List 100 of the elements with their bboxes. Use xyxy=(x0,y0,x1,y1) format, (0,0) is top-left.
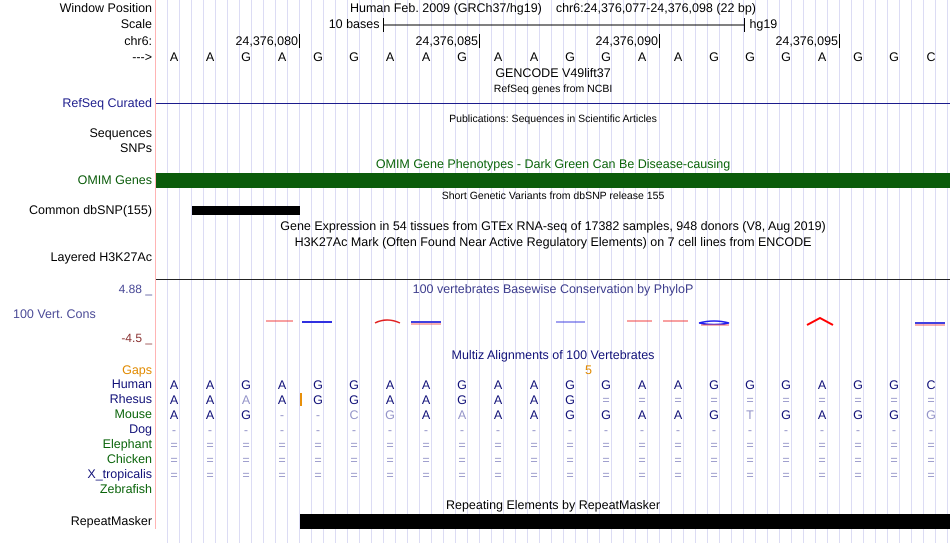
alignment-base: - xyxy=(604,422,608,436)
base-letter: A xyxy=(278,50,286,64)
alignment-base: = xyxy=(674,392,682,406)
alignment-base: A xyxy=(206,408,214,422)
alignment-base: G xyxy=(349,378,359,392)
alignment-base: A xyxy=(386,378,394,392)
alignment-base: = xyxy=(170,468,178,482)
alignment-base: = xyxy=(494,452,502,466)
alignment-base: - xyxy=(280,422,284,436)
alignment-base: = xyxy=(278,468,286,482)
alignment-base: = xyxy=(494,438,502,452)
alignment-base: = xyxy=(602,468,610,482)
alignment-base: = xyxy=(710,438,718,452)
alignment-base: = xyxy=(638,452,646,466)
alignment-base: G xyxy=(601,378,611,392)
alignment-base: = xyxy=(314,468,322,482)
alignment-base: = xyxy=(782,392,790,406)
alignment-base: = xyxy=(530,452,538,466)
alignment-base: G xyxy=(565,408,575,422)
assembly-label: hg19 xyxy=(749,17,778,32)
alignment-base: A xyxy=(422,378,430,392)
alignment-base: = xyxy=(638,438,646,452)
alignment-base: A xyxy=(278,392,286,406)
alignment-base: = xyxy=(170,452,178,466)
alignment-base: = xyxy=(782,452,790,466)
alignment-base: A xyxy=(494,378,502,392)
track-label: Elephant xyxy=(102,437,152,452)
alignment-base: A xyxy=(422,392,430,406)
track-label: X_tropicalis xyxy=(87,467,152,482)
alignment-base: G xyxy=(781,408,791,422)
alignment-base: - xyxy=(748,422,752,436)
alignment-base: - xyxy=(424,422,428,436)
alignment-base: G xyxy=(709,378,719,392)
alignment-base: A xyxy=(818,378,826,392)
alignment-base: = xyxy=(206,452,214,466)
alignment-base: A xyxy=(170,392,178,406)
track-title: Repeating Elements by RepeatMasker xyxy=(446,498,660,512)
alignment-base: = xyxy=(422,468,430,482)
alignment-base: G xyxy=(385,408,395,422)
alignment-base: = xyxy=(638,468,646,482)
alignment-base: - xyxy=(316,422,320,436)
alignment-base: = xyxy=(710,452,718,466)
alignment-base: - xyxy=(820,422,824,436)
base-letter: A xyxy=(422,50,430,64)
alignment-base: G xyxy=(781,378,791,392)
alignment-base: = xyxy=(602,438,610,452)
base-letter: G xyxy=(853,50,863,64)
alignment-base: A xyxy=(422,408,430,422)
base-letter: A xyxy=(386,50,394,64)
alignment-base: = xyxy=(314,452,322,466)
ruler-tick: 24,376,095 xyxy=(775,34,840,48)
alignment-base: A xyxy=(170,378,178,392)
alignment-base: = xyxy=(927,438,935,452)
track-label: Mouse xyxy=(114,407,152,422)
alignment-base: = xyxy=(602,452,610,466)
base-letter: G xyxy=(349,50,359,64)
position-text: chr6:24,376,077-24,376,098 (22 bp) xyxy=(556,0,756,16)
alignment-base: - xyxy=(928,422,934,436)
alignment-base: A xyxy=(242,392,250,406)
alignment-base: C xyxy=(926,378,936,392)
alignment-base: C xyxy=(349,408,359,422)
alignment-base: = xyxy=(458,452,466,466)
alignment-base: G xyxy=(853,378,863,392)
alignment-base: G xyxy=(313,378,323,392)
alignment-base: = xyxy=(530,438,538,452)
alignment-base: = xyxy=(818,438,826,452)
ruler-tick: 24,376,080 xyxy=(235,34,300,48)
alignment-base: A xyxy=(206,392,214,406)
alignment-base: = xyxy=(782,468,790,482)
alignment-base: A xyxy=(638,408,646,422)
track-title: 100 vertebrates Basewise Conservation by PhyloP xyxy=(412,282,694,297)
alignment-base: = xyxy=(530,468,538,482)
alignment-base: = xyxy=(818,468,826,482)
track-label: OMIM Genes xyxy=(78,172,152,188)
alignment-base: = xyxy=(927,468,935,482)
base-letter: A xyxy=(818,50,826,64)
alignment-base: A xyxy=(206,378,214,392)
strand-label: ---> xyxy=(132,50,152,64)
alignment-base: G xyxy=(241,378,251,392)
base-letter: A xyxy=(530,50,538,64)
alignment-base: A xyxy=(494,408,502,422)
alignment-base: = xyxy=(674,468,682,482)
alignment-base: = xyxy=(458,468,466,482)
track-subtitle: RefSeq genes from NCBI xyxy=(494,82,612,96)
alignment-base: G xyxy=(349,392,359,406)
alignment-base: G xyxy=(601,408,611,422)
alignment-base: = xyxy=(602,392,610,406)
alignment-base: - xyxy=(532,422,536,436)
axis-max-label: 4.88 _ xyxy=(118,283,152,296)
alignment-base: - xyxy=(640,422,644,436)
alignment-base: G xyxy=(889,378,899,392)
track-label: RefSeq Curated xyxy=(62,96,152,111)
alignment-base: = xyxy=(278,452,286,466)
track-label: Window Position xyxy=(60,0,152,16)
alignment-base: G xyxy=(889,408,899,422)
alignment-base: = xyxy=(927,392,935,406)
alignment-base: = xyxy=(566,468,574,482)
alignment-base: G xyxy=(565,378,575,392)
alignment-base: G xyxy=(745,378,755,392)
track-label: Zebrafish xyxy=(100,482,152,497)
